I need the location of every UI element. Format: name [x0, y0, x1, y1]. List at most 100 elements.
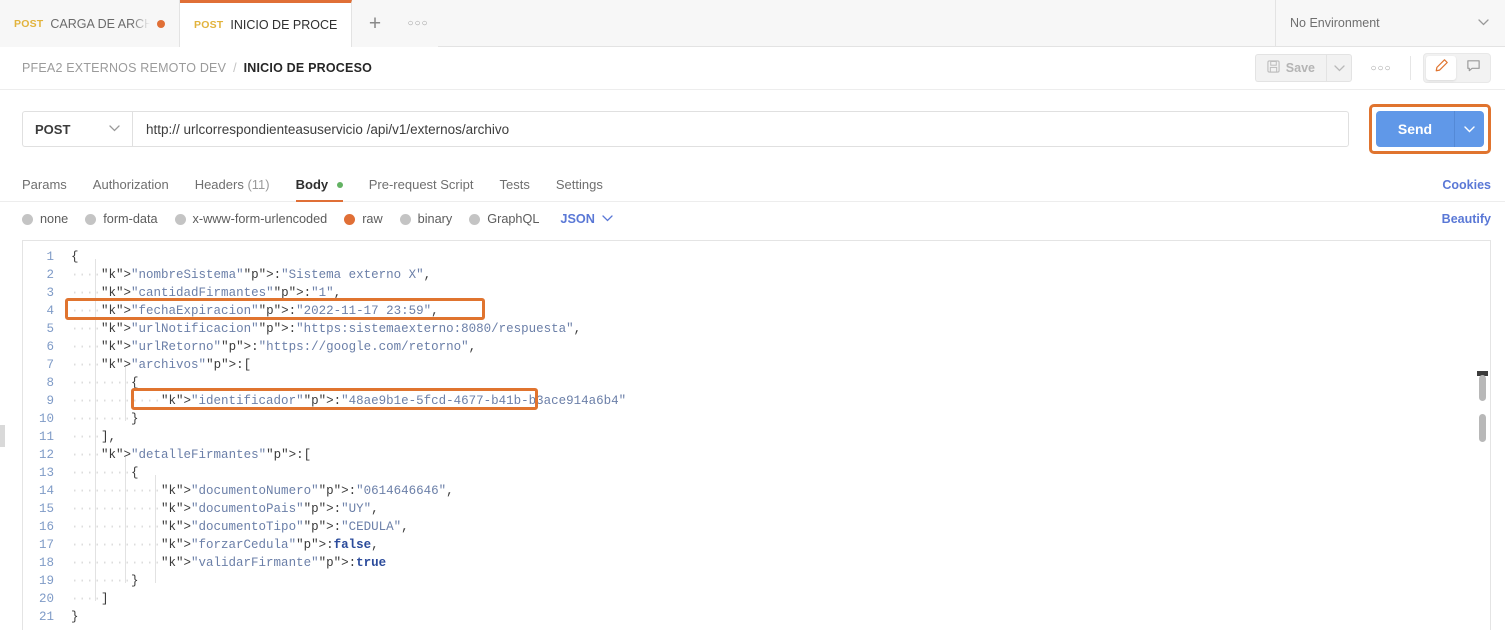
tab-settings[interactable]: Settings	[556, 168, 603, 202]
code-line: ············"k">"documentoNumero""p">:"0…	[71, 484, 454, 498]
line-number: 6	[46, 340, 54, 354]
breadcrumb-bar: PFEA2 EXTERNOS REMOTO DEV / INICIO DE PR…	[0, 47, 1505, 90]
request-tab-carga-de-archivo[interactable]: POST CARGA DE ARCHIVO	[0, 0, 180, 47]
code-line: ····"k">"archivos""p">:[	[71, 358, 252, 372]
send-options-button[interactable]	[1454, 111, 1484, 147]
body-type-label: GraphQL	[487, 212, 540, 226]
code-line: ············"k">"documentoPais""p">:"UY"…	[71, 502, 379, 516]
tab-title: INICIO DE PROCESO	[230, 18, 337, 32]
page-title: INICIO DE PROCESO	[243, 61, 373, 75]
cookies-link[interactable]: Cookies	[1442, 178, 1491, 192]
code-line: ········{	[71, 376, 139, 390]
code-line: }	[71, 610, 79, 624]
request-options-icon[interactable]: ○○○	[1364, 54, 1398, 82]
radio-icon-selected	[344, 213, 356, 225]
comment-icon	[1466, 58, 1481, 78]
code-line: ········}	[71, 412, 139, 426]
body-format-label: JSON	[560, 212, 595, 226]
body-type-label: none	[40, 212, 69, 226]
body-type-raw[interactable]: raw	[344, 212, 383, 226]
tab-method-label: POST	[194, 19, 224, 31]
body-type-label: binary	[417, 212, 453, 226]
code-line: ············"k">"documentoTipo""p">:"CED…	[71, 520, 409, 534]
editor-line-numbers: 1 2 3 4 5 6 7 8 9 10 11 12 13 14 15 16 17 18 19 20 21	[23, 241, 63, 630]
http-method-label: POST	[35, 121, 71, 137]
editor-lines: {····"k">"nombreSistema""p">:"Sistema ex…	[63, 248, 1490, 626]
http-method-select[interactable]: POST	[22, 111, 132, 147]
tab-authorization[interactable]: Authorization	[93, 168, 169, 202]
comments-button[interactable]	[1458, 56, 1488, 80]
code-line: ········}	[71, 574, 139, 588]
body-type-graphql[interactable]: GraphQL	[469, 212, 539, 226]
tab-headers[interactable]: Headers (11)	[195, 168, 270, 202]
tab-options-icon[interactable]: ○○○	[398, 0, 438, 47]
body-type-x-www-form-urlencoded[interactable]: x-www-form-urlencoded	[174, 212, 328, 226]
body-type-form-data[interactable]: form-data	[85, 212, 158, 226]
tab-pre-request-script[interactable]: Pre-request Script	[369, 168, 474, 202]
floppy-disk-icon	[1267, 60, 1280, 76]
line-number: 8	[46, 376, 54, 390]
body-type-none[interactable]: none	[22, 212, 68, 226]
breadcrumb-separator: /	[233, 61, 237, 75]
beautify-link[interactable]: Beautify	[1442, 212, 1491, 226]
body-type-selector: none form-data x-www-form-urlencoded raw…	[0, 202, 1505, 236]
editor-edge-marker	[0, 425, 5, 447]
tab-params[interactable]: Params	[22, 168, 67, 202]
save-options-button[interactable]	[1326, 54, 1352, 82]
tab-method-label: POST	[14, 17, 44, 30]
scrollbar-thumb[interactable]	[1479, 375, 1486, 401]
tab-headers-label: Headers	[194, 176, 244, 192]
save-button[interactable]: Save	[1254, 54, 1326, 82]
body-type-label: form-data	[103, 212, 158, 226]
chevron-down-icon	[1478, 18, 1489, 29]
request-url-bar: POST Send	[0, 90, 1505, 168]
environment-label: No Environment	[1290, 16, 1380, 30]
line-number: 14	[38, 484, 54, 498]
editor-code-area[interactable]: {····"k">"nombreSistema""p">:"Sistema ex…	[63, 241, 1490, 630]
code-line: ····"k">"cantidadFirmantes""p">:"1",	[71, 286, 342, 300]
tab-headers-count: (11)	[247, 176, 270, 192]
pencil-icon	[1434, 58, 1449, 78]
environment-selector[interactable]: No Environment	[1275, 0, 1505, 46]
line-number: 16	[38, 520, 54, 534]
body-type-label: x-www-form-urlencoded	[192, 212, 328, 226]
tabstrip-filler	[438, 0, 1275, 46]
request-tab-strip: POST CARGA DE ARCHIVO POST INICIO DE PRO…	[0, 0, 1505, 47]
line-number: 18	[38, 556, 54, 570]
code-line: ········{	[71, 466, 139, 480]
tab-body-label: Body	[295, 176, 329, 192]
radio-icon	[174, 213, 186, 225]
code-line: ····"k">"fechaExpiracion""p">:"2022-11-1…	[71, 304, 439, 318]
radio-icon	[22, 213, 33, 225]
editor-vertical-scrollbar[interactable]	[1477, 241, 1488, 630]
code-line: ····]	[71, 592, 109, 606]
code-line: ····"k">"nombreSistema""p">:"Sistema ext…	[71, 268, 432, 282]
line-number: 11	[38, 430, 54, 444]
code-line: ············"k">"validarFirmante""p">:tr…	[71, 556, 387, 570]
body-format-select[interactable]: JSON	[560, 212, 613, 226]
line-number: 12	[38, 448, 54, 462]
radio-icon	[399, 213, 411, 225]
line-number: 9	[46, 394, 54, 408]
request-body-editor[interactable]: 1 2 3 4 5 6 7 8 9 10 11 12 13 14 15 16 17 18 19 20 21 {····"…	[22, 240, 1491, 630]
code-line: ············"k">"identificador""p">:"48a…	[71, 394, 627, 408]
line-number: 7	[46, 358, 54, 372]
send-highlight-box: Send	[1369, 104, 1491, 154]
radio-icon	[469, 213, 481, 225]
chevron-down-icon	[602, 214, 613, 225]
body-type-binary[interactable]: binary	[399, 212, 453, 226]
code-line: ············"k">"forzarCedula""p">:false…	[71, 538, 379, 552]
breadcrumb-collection[interactable]: PFEA2 EXTERNOS REMOTO DEV	[22, 61, 226, 75]
scrollbar-thumb-secondary[interactable]	[1479, 414, 1486, 442]
line-number: 19	[38, 574, 54, 588]
request-url-input[interactable]	[132, 111, 1349, 147]
new-tab-button[interactable]: +	[352, 0, 398, 47]
request-section-tabs: Params Authorization Headers (11) Body P…	[0, 168, 1505, 202]
line-number: 1	[46, 250, 54, 264]
send-button[interactable]: Send	[1376, 111, 1454, 147]
tab-tests[interactable]: Tests	[500, 168, 530, 202]
line-number: 10	[38, 412, 54, 426]
edit-pencil-button[interactable]	[1426, 56, 1456, 80]
tab-body[interactable]: Body	[295, 168, 343, 202]
request-tab-inicio-de-proceso[interactable]: POST INICIO DE PROCESO	[180, 0, 352, 47]
